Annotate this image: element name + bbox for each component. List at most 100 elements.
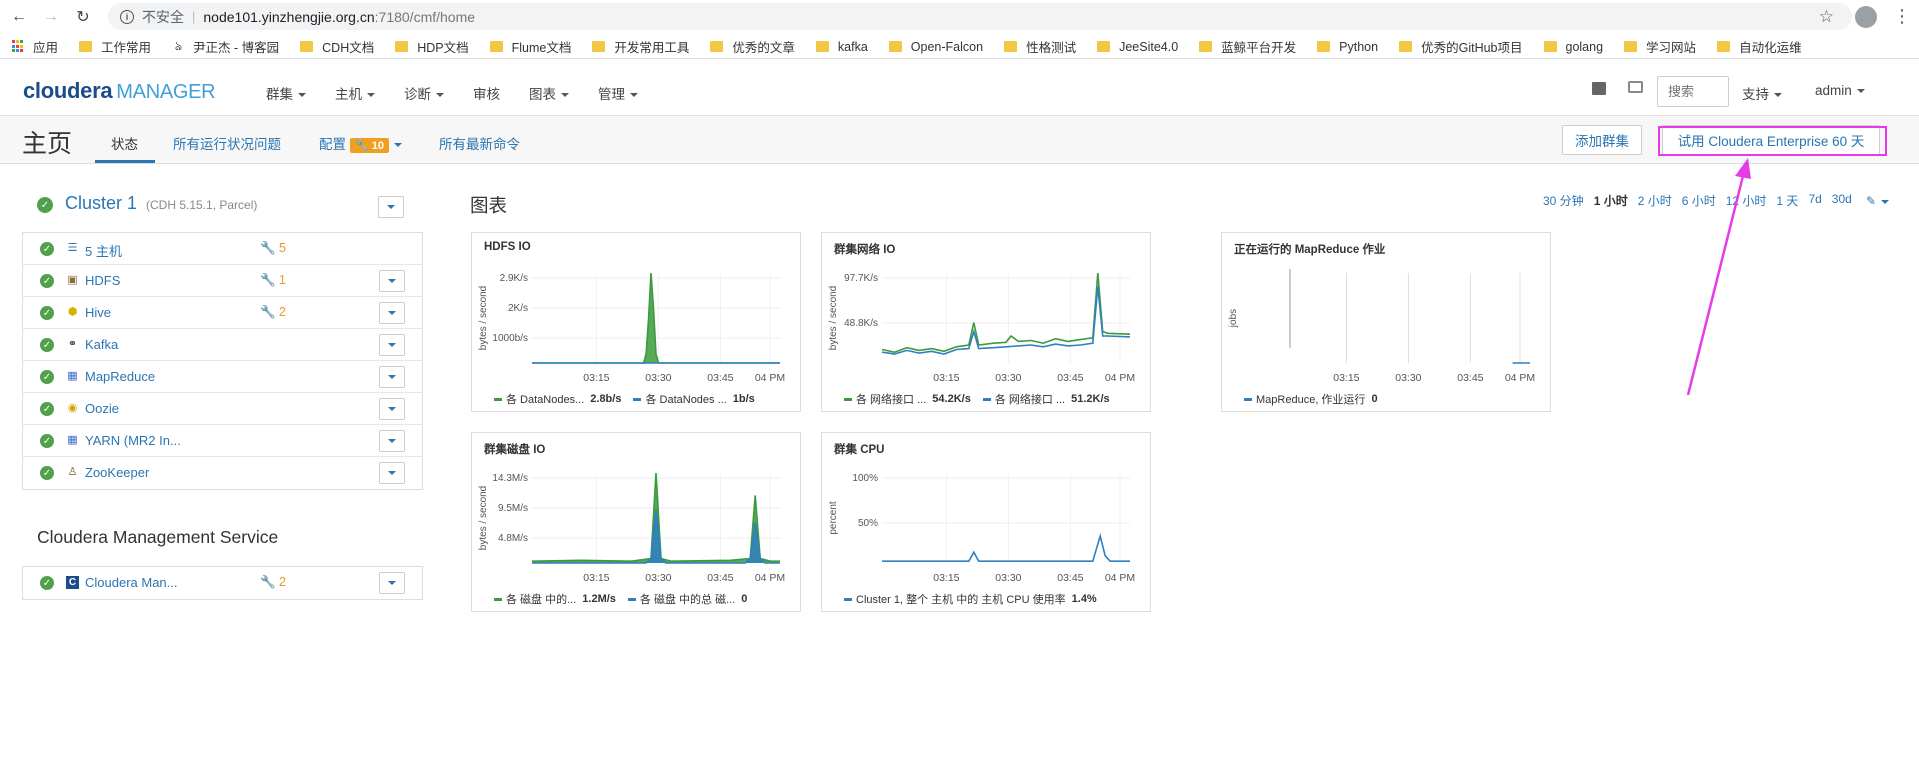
tab-configuration[interactable]: 配置 🔧 10 (319, 133, 403, 153)
status-ok-icon: ✓ (40, 338, 54, 352)
legend-item[interactable]: Cluster 1, 整个 主机 中的 主机 CPU 使用率 1.4% (844, 591, 1097, 607)
nav-menu-item[interactable]: 图表 (529, 83, 569, 103)
forward-arrow-icon[interactable]: → (38, 4, 64, 30)
tab-status[interactable]: 状态 (111, 133, 138, 153)
info-icon[interactable]: i (120, 9, 134, 24)
bookmark-item[interactable]: 开发常用工具 (592, 37, 689, 56)
nav-menu-item[interactable]: 诊断 (404, 83, 444, 103)
service-actions-dropdown[interactable] (379, 572, 405, 594)
time-range-option[interactable]: 12 小时 (1726, 192, 1767, 209)
status-ok-icon: ✓ (40, 434, 54, 448)
search-input[interactable] (1657, 76, 1729, 107)
bookmark-item[interactable]: ঌ 尹正杰 - 博客园 (172, 37, 279, 56)
service-actions-dropdown[interactable] (379, 398, 405, 420)
nav-menu-item[interactable]: 主机 (335, 83, 375, 103)
x-tick-label: 03:30 (645, 372, 671, 384)
bookmark-item[interactable]: CDH文档 (300, 37, 374, 56)
time-range-option[interactable]: 1 小时 (1594, 192, 1628, 209)
time-range-option[interactable]: 30d (1832, 192, 1852, 209)
bookmark-item[interactable]: 优秀的GitHub项目 (1399, 37, 1523, 56)
legend-name: 各 磁盘 中的总 磁... (639, 594, 736, 606)
service-actions-dropdown[interactable] (379, 462, 405, 484)
legend-item[interactable]: 各 DataNodes... 2.8b/s (494, 391, 621, 407)
gift-icon[interactable] (1592, 82, 1606, 95)
service-name-link[interactable]: YARN (MR2 In... (85, 433, 181, 448)
config-warning[interactable]: 🔧 1 (260, 273, 286, 288)
folder-icon (888, 41, 902, 52)
service-name-link[interactable]: Oozie (85, 401, 119, 416)
legend-item[interactable]: 各 磁盘 中的总 磁... 0 (627, 591, 747, 607)
legend-item[interactable]: 各 磁盘 中的... 1.2M/s (494, 591, 616, 607)
support-menu[interactable]: 支持 (1742, 83, 1782, 103)
chevron-down-icon (388, 581, 396, 585)
service-name-link[interactable]: 5 主机 (85, 241, 122, 260)
service-name-link[interactable]: MapReduce (85, 369, 155, 384)
back-arrow-icon[interactable]: ← (6, 4, 32, 30)
bookmark-item[interactable]: JeeSite4.0 (1097, 40, 1178, 54)
time-range-option[interactable]: 1 天 (1776, 192, 1798, 209)
folder-icon (1624, 41, 1638, 52)
reload-icon[interactable]: ↻ (70, 4, 96, 30)
service-name-link[interactable]: Cloudera Man... (85, 575, 178, 590)
bookmark-item[interactable]: HDP文档 (395, 37, 469, 56)
browser-menu-icon[interactable]: ⋮ (1893, 6, 1911, 26)
bookmark-item[interactable]: 工作常用 (79, 37, 151, 56)
status-ok-icon: ✓ (40, 466, 54, 480)
bookmark-item[interactable]: 自动化运维 (1717, 37, 1802, 56)
bookmark-item[interactable]: golang (1543, 40, 1603, 54)
y-tick-label: 9.5M/s (498, 503, 528, 514)
tab-health-issues[interactable]: 所有运行状况问题 (173, 133, 281, 153)
cluster-name-link[interactable]: Cluster 1 (65, 193, 137, 214)
hdfs-icon: ▣ (67, 274, 78, 286)
legend-swatch (494, 597, 502, 601)
folder-icon (1004, 41, 1018, 52)
legend-swatch (844, 397, 852, 401)
time-range-option[interactable]: 6 小时 (1682, 192, 1716, 209)
service-name-link[interactable]: Hive (85, 305, 111, 320)
time-range-option[interactable]: 7d (1808, 192, 1821, 209)
nav-menu-item[interactable]: 管理 (598, 83, 638, 103)
legend-item[interactable]: 各 网络接口 ... 54.2K/s (844, 391, 971, 407)
nav-menu-item[interactable]: 审核 (473, 83, 500, 103)
nav-menu-item[interactable]: 群集 (266, 83, 306, 103)
edit-pencil-icon[interactable]: ✎ (1866, 194, 1890, 208)
admin-menu[interactable]: admin (1815, 83, 1865, 98)
service-name-link[interactable]: Kafka (85, 337, 118, 352)
service-actions-dropdown[interactable] (379, 430, 405, 452)
config-warning[interactable]: 🔧 2 (260, 305, 286, 320)
bookmark-star-icon[interactable]: ☆ (1819, 7, 1834, 27)
service-actions-dropdown[interactable] (379, 270, 405, 292)
folder-icon (1717, 41, 1731, 52)
bookmark-item[interactable]: Open-Falcon (888, 40, 983, 54)
legend-item[interactable]: 各 DataNodes ... 1b/s (633, 391, 755, 407)
bookmark-item[interactable]: kafka (815, 40, 868, 54)
bookmark-item[interactable]: 优秀的文章 (710, 37, 795, 56)
bookmark-item[interactable]: 应用 (12, 37, 58, 56)
profile-avatar-icon[interactable] (1855, 6, 1877, 28)
legend-item[interactable]: MapReduce, 作业运行 0 (1244, 391, 1378, 407)
bookmark-item[interactable]: 蓝鲸平台开发 (1199, 37, 1296, 56)
status-ok-icon: ✓ (40, 370, 54, 384)
service-name-link[interactable]: HDFS (85, 273, 120, 288)
bookmark-item[interactable]: 性格测试 (1004, 37, 1076, 56)
bookmark-item[interactable]: 学习网站 (1624, 37, 1696, 56)
service-actions-dropdown[interactable] (379, 366, 405, 388)
cluster-actions-dropdown[interactable] (378, 196, 404, 218)
time-range-option[interactable]: 30 分钟 (1543, 192, 1584, 209)
service-actions-dropdown[interactable] (379, 302, 405, 324)
running-commands-icon[interactable] (1628, 81, 1643, 93)
tab-recent-commands[interactable]: 所有最新命令 (439, 133, 520, 153)
config-warning[interactable]: 🔧 2 (260, 575, 286, 590)
service-name-link[interactable]: ZooKeeper (85, 465, 149, 480)
cloudera-manager-logo[interactable]: cloudera MANAGER (23, 78, 216, 104)
bookmark-item[interactable]: Python (1317, 40, 1378, 54)
add-cluster-button[interactable]: 添加群集 (1562, 125, 1642, 155)
address-bar[interactable]: i 不安全 | node101.yinzhengjie.org.cn:7180/… (108, 3, 1852, 30)
chart-svg: bytes / second 2.9K/s 2K/s 1000b/s 03:15 03:3… (478, 272, 785, 384)
service-actions-dropdown[interactable] (379, 334, 405, 356)
bookmark-item[interactable]: Flume文档 (489, 37, 571, 56)
chevron-down-icon (394, 143, 403, 148)
legend-item[interactable]: 各 网络接口 ... 51.2K/s (982, 391, 1110, 407)
config-warning[interactable]: 🔧 5 (260, 241, 286, 256)
time-range-option[interactable]: 2 小时 (1638, 192, 1672, 209)
